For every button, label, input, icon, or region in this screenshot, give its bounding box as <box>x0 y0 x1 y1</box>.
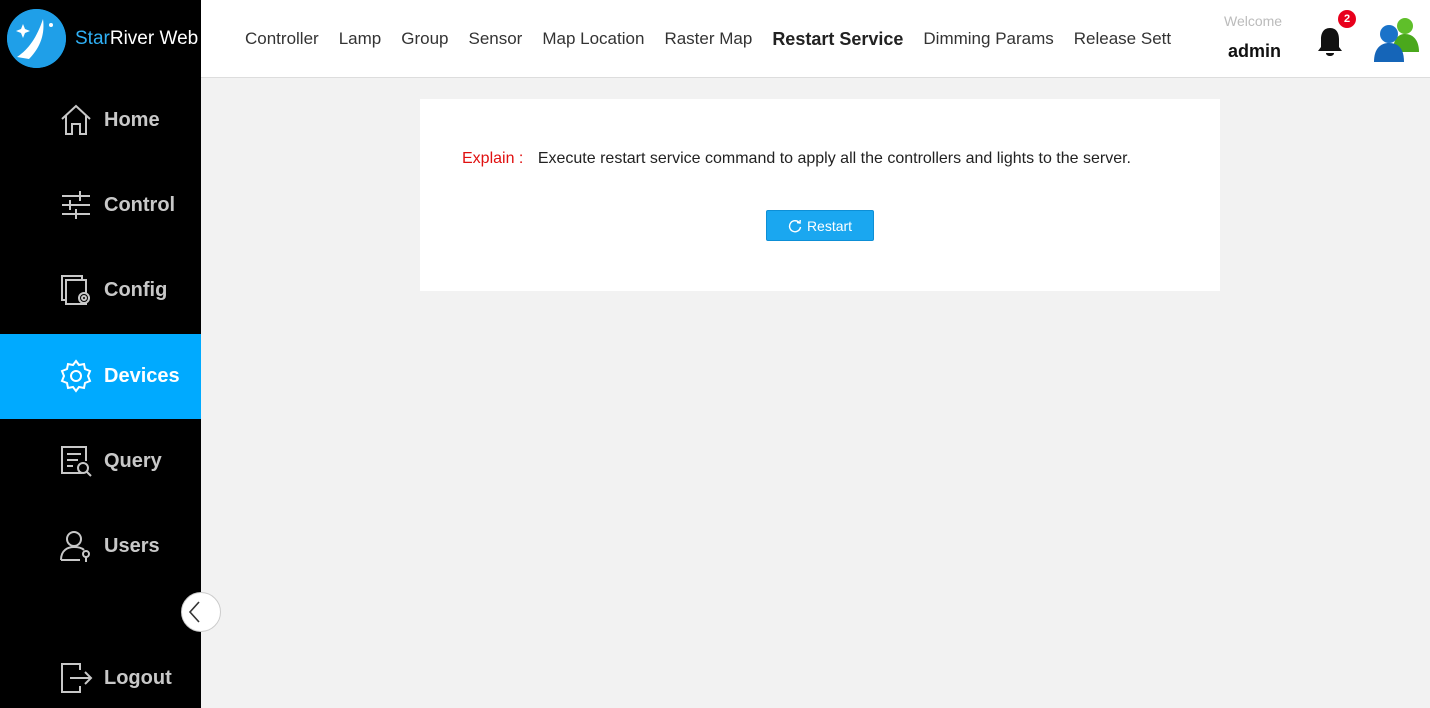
welcome-text: Welcome <box>1224 13 1283 29</box>
sidebar-item-label: Home <box>104 109 160 131</box>
user-icon <box>60 531 90 562</box>
logo[interactable]: StarRiver Web <box>0 0 201 78</box>
explain-row: Explain : Execute restart service comman… <box>462 150 1131 168</box>
tab-bar: Controller Lamp Group Sensor Map Locatio… <box>245 0 1191 78</box>
sliders-icon <box>62 191 90 219</box>
tab-map-location[interactable]: Map Location <box>542 29 644 49</box>
sidebar-item-control[interactable]: Control <box>0 163 201 248</box>
home-icon <box>61 104 91 135</box>
app-title: StarRiver Web <box>75 28 199 49</box>
sidebar-item-home[interactable]: Home <box>0 78 201 163</box>
sidebar-item-label: Devices <box>104 365 180 387</box>
sidebar-item-label: Query <box>104 450 162 472</box>
top-bar: Controller Lamp Group Sensor Map Locatio… <box>201 0 1430 78</box>
sidebar-item-label: Config <box>104 279 168 301</box>
restart-service-panel: Explain : Execute restart service comman… <box>420 99 1220 291</box>
tab-dimming-params[interactable]: Dimming Params <box>923 29 1053 49</box>
logout-icon <box>61 663 93 693</box>
restart-label: Restart <box>806 217 853 234</box>
tab-release-settings[interactable]: Release Sett <box>1074 29 1171 49</box>
config-icon <box>61 275 90 305</box>
username[interactable]: admin <box>1228 41 1281 62</box>
logout-button[interactable]: Logout <box>0 636 201 708</box>
sidebar-item-users[interactable]: Users <box>0 504 201 589</box>
query-icon <box>61 446 92 477</box>
sidebar-item-config[interactable]: Config <box>0 248 201 333</box>
tab-controller[interactable]: Controller <box>245 29 319 49</box>
tab-lamp[interactable]: Lamp <box>339 29 382 49</box>
tab-group[interactable]: Group <box>401 29 448 49</box>
sidebar-item-label: Control <box>104 194 176 216</box>
starriver-logo-icon <box>7 9 66 68</box>
refresh-icon <box>788 219 802 232</box>
sidebar: StarRiver Web Home Control Config Device… <box>0 0 221 708</box>
sidebar-item-query[interactable]: Query <box>0 419 201 504</box>
logout-label: Logout <box>104 667 172 689</box>
notification-badge: 2 <box>1338 10 1356 28</box>
avatar-icon[interactable] <box>1371 14 1421 64</box>
restart-button[interactable]: Restart <box>766 210 874 241</box>
tab-sensor[interactable]: Sensor <box>468 29 522 49</box>
tab-raster-map[interactable]: Raster Map <box>664 29 752 49</box>
sidebar-item-label: Users <box>104 535 160 557</box>
bell-icon[interactable] <box>1315 25 1345 59</box>
tab-restart-service[interactable]: Restart Service <box>772 29 903 50</box>
collapse-sidebar-button[interactable] <box>181 592 221 632</box>
chevron-left-icon <box>188 601 200 623</box>
explain-label: Explain : <box>462 150 524 167</box>
gear-icon <box>60 359 92 393</box>
sidebar-item-devices[interactable]: Devices <box>0 334 201 419</box>
explain-text: Execute restart service command to apply… <box>537 150 1131 167</box>
